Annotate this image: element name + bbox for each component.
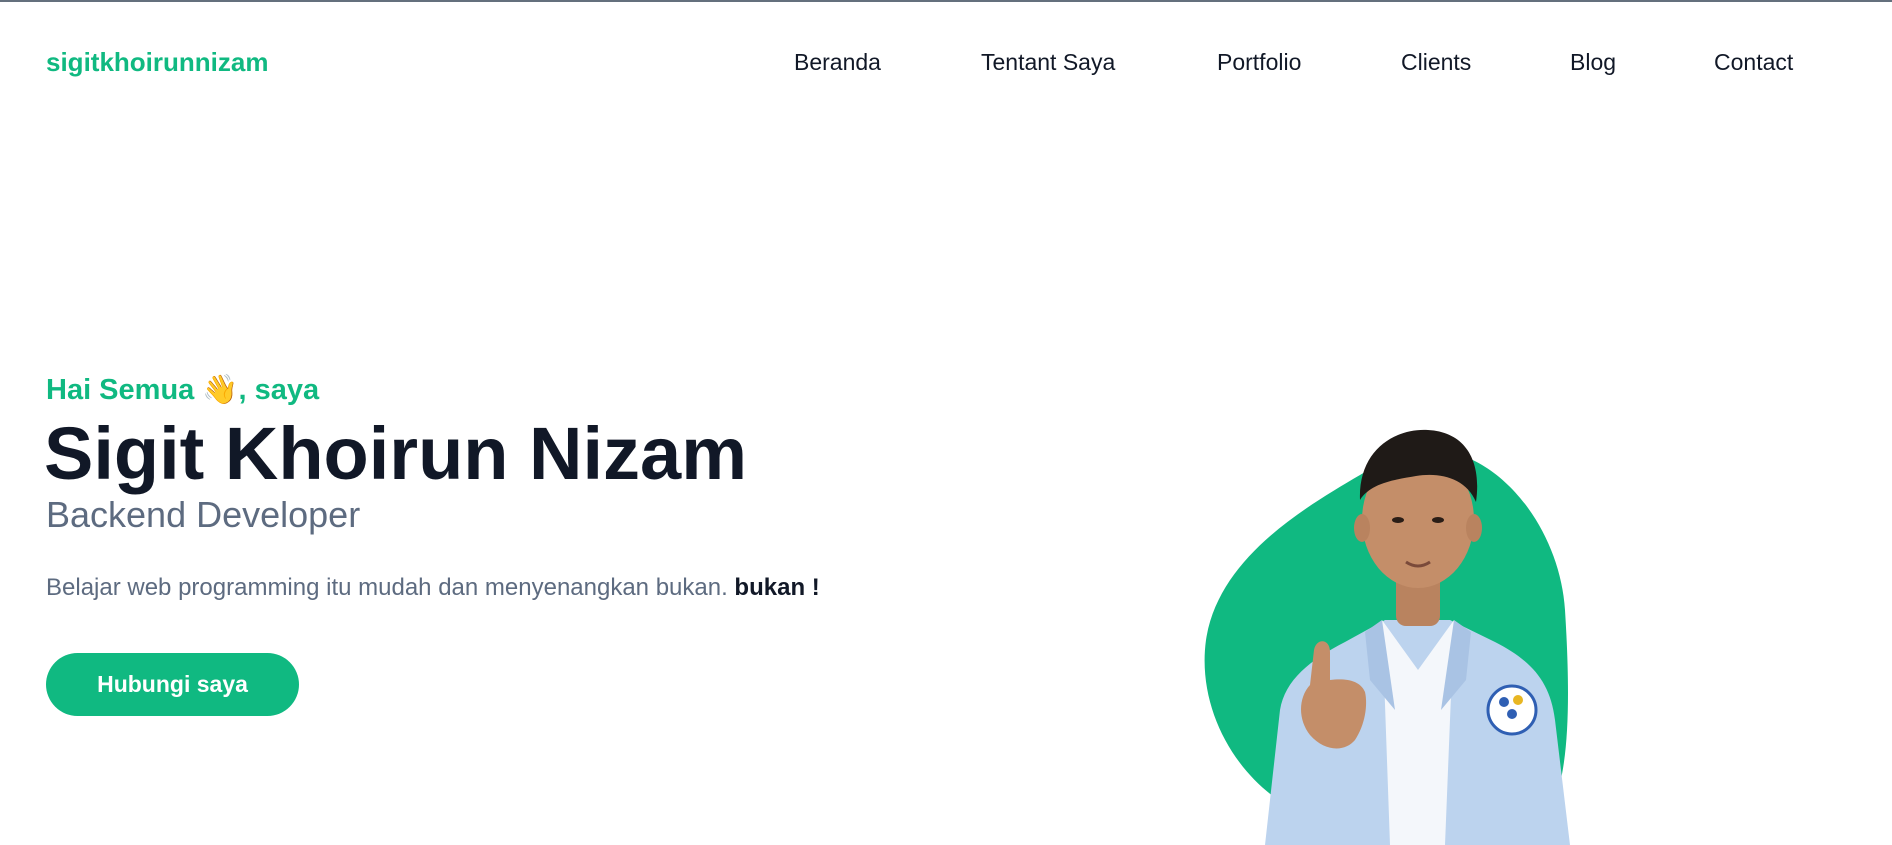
tagline-text: Belajar web programming itu mudah dan me… — [46, 574, 728, 601]
tagline-emphasis: bukan ! — [734, 574, 820, 601]
hero-role: Backend Developer — [46, 494, 361, 535]
right-eye — [1432, 517, 1444, 523]
hero-greeting: Hai Semua 👋, saya — [46, 372, 319, 408]
nav-link-portfolio[interactable]: Portfolio — [1217, 44, 1301, 80]
nav-link-contact[interactable]: Contact — [1714, 44, 1793, 80]
left-ear — [1354, 514, 1370, 542]
badge-dot-2 — [1513, 695, 1523, 705]
nav-link-tentang-saya[interactable]: Tentant Saya — [981, 44, 1115, 80]
hero-portrait — [1204, 429, 1570, 845]
greeting-text: Hai Semua — [46, 374, 195, 406]
greeting-suffix: , saya — [238, 374, 320, 406]
nav-link-beranda[interactable]: Beranda — [794, 44, 881, 80]
hero-tagline: Belajar web programming itu mudah dan me… — [46, 572, 820, 604]
top-border — [0, 0, 1892, 2]
badge-dot-1 — [1499, 697, 1509, 707]
badge-dot-3 — [1507, 709, 1517, 719]
right-ear — [1466, 514, 1482, 542]
nav-link-clients[interactable]: Clients — [1401, 44, 1471, 80]
contact-me-button[interactable]: Hubungi saya — [46, 653, 299, 716]
waving-hand-icon: 👋 — [202, 374, 239, 406]
hero-name: Sigit Khoirun Nizam — [44, 412, 747, 495]
main-nav: Beranda Tentant Saya Portfolio Clients B… — [0, 44, 1892, 80]
nav-link-blog[interactable]: Blog — [1570, 44, 1616, 80]
left-eye — [1392, 517, 1404, 523]
